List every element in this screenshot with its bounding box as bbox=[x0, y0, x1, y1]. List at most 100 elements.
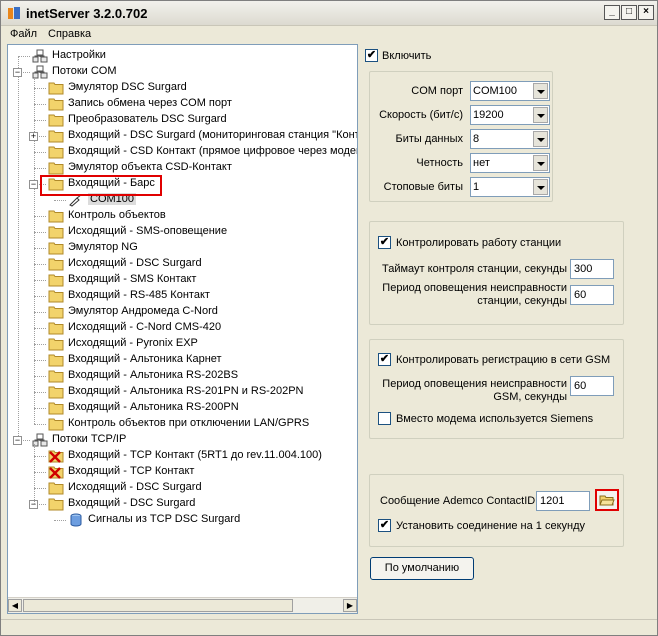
station-period-label-1: Период оповещения неисправности bbox=[382, 282, 567, 294]
dropdown-arrow-icon[interactable] bbox=[533, 131, 548, 147]
tree-item[interactable]: Входящий - TCP Контакт bbox=[8, 464, 357, 480]
tree-item-settings[interactable]: Настройки bbox=[8, 48, 357, 64]
tree-item[interactable]: Входящий - Альтоника RS-202BS bbox=[8, 368, 357, 384]
collapse-icon[interactable]: − bbox=[13, 68, 22, 77]
tree-item[interactable]: Контроль объектов bbox=[8, 208, 357, 224]
tree-item[interactable]: Входящий - Альтоника RS-201PN и RS-202PN bbox=[8, 384, 357, 400]
tree-guide-line bbox=[34, 472, 46, 473]
folder-icon bbox=[48, 322, 64, 335]
dropdown-arrow-icon[interactable] bbox=[533, 107, 548, 123]
enable-label: Включить bbox=[382, 50, 432, 62]
tree-guide-line bbox=[34, 444, 35, 504]
tree-item-label: Входящий - Альтоника RS-202BS bbox=[68, 369, 239, 381]
tree-item[interactable]: + Входящий - DSC Surgard (мониторинговая … bbox=[8, 128, 357, 144]
dropdown-arrow-icon[interactable] bbox=[533, 179, 548, 195]
tree-item[interactable]: Исходящий - DSC Surgard bbox=[8, 256, 357, 272]
gsm-control-label: Контролировать регистрацию в сети GSM bbox=[396, 354, 611, 366]
tree-item[interactable]: Входящий - Альтоника RS-200PN bbox=[8, 400, 357, 416]
tree-item-label: Исходящий - SMS-оповещение bbox=[68, 225, 228, 237]
station-period-input[interactable]: 60 bbox=[570, 285, 614, 305]
default-button[interactable]: По умолчанию bbox=[370, 557, 474, 580]
databits-select[interactable]: 8 bbox=[470, 129, 550, 149]
folder-icon bbox=[48, 338, 64, 351]
tree-guide-line bbox=[34, 264, 46, 265]
tree-item[interactable]: Входящий - CSD Контакт (прямое цифровое … bbox=[8, 144, 357, 160]
tree-item-label: Входящий - DSC Surgard bbox=[68, 497, 196, 509]
database-icon bbox=[70, 513, 82, 527]
station-control-checkbox[interactable]: ✔ bbox=[378, 236, 391, 249]
expand-icon[interactable]: + bbox=[29, 132, 38, 141]
open-folder-button[interactable] bbox=[595, 489, 619, 511]
settings-node-icon bbox=[32, 65, 48, 79]
tree-guide-line bbox=[34, 376, 46, 377]
tree-item[interactable]: Исходящий - SMS-оповещение bbox=[8, 224, 357, 240]
tree-item[interactable]: Эмулятор Андромеда C-Nord bbox=[8, 304, 357, 320]
tree-item-label: Контроль объектов bbox=[68, 209, 166, 221]
connect-checkbox[interactable]: ✔ bbox=[378, 519, 391, 532]
tree-item[interactable]: Сигналы из TCP DSC Surgard bbox=[8, 512, 357, 528]
tree-guide-line bbox=[34, 344, 46, 345]
tree-item[interactable]: Контроль объектов при отключении LAN/GPR… bbox=[8, 416, 357, 432]
tree-item[interactable]: Эмулятор NG bbox=[8, 240, 357, 256]
enable-checkbox[interactable]: ✔ bbox=[365, 49, 378, 62]
station-timeout-input[interactable]: 300 bbox=[570, 259, 614, 279]
maximize-button[interactable]: □ bbox=[621, 5, 637, 20]
speed-label: Скорость (бит/с) bbox=[379, 109, 463, 121]
gsm-period-input[interactable]: 60 bbox=[570, 376, 614, 396]
minimize-button[interactable]: _ bbox=[604, 5, 620, 20]
speed-select[interactable]: 19200 bbox=[470, 105, 550, 125]
ademco-input[interactable]: 1201 bbox=[536, 491, 590, 511]
scroll-right-icon[interactable]: ▶ bbox=[343, 599, 357, 612]
tree-item-label: Исходящий - DSC Surgard bbox=[68, 481, 202, 493]
dropdown-arrow-icon[interactable] bbox=[533, 83, 548, 99]
tree-item-label: Входящий - Альтоника Карнет bbox=[68, 353, 222, 365]
folder-icon bbox=[48, 162, 64, 175]
tree-item-tcp-streams[interactable]: − Потоки TCP/IP bbox=[8, 432, 357, 448]
folder-icon bbox=[48, 402, 64, 415]
tree-item[interactable]: Эмулятор DSC Surgard bbox=[8, 80, 357, 96]
tree-item[interactable]: Эмулятор объекта CSD-Контакт bbox=[8, 160, 357, 176]
tree-item[interactable]: Запись обмена через COM порт bbox=[8, 96, 357, 112]
tree-item[interactable]: Исходящий - C-Nord CMS-420 bbox=[8, 320, 357, 336]
collapse-icon[interactable]: − bbox=[13, 436, 22, 445]
stopbits-select[interactable]: 1 bbox=[470, 177, 550, 197]
tree-item[interactable]: − Входящий - DSC Surgard bbox=[8, 496, 357, 512]
tree-view[interactable]: ◀ ▶ Настройки − Потоки COM Эмулятор DSC Sur… bbox=[7, 44, 358, 614]
menu-bar: Файл Справка bbox=[1, 26, 657, 43]
tree-guide-line bbox=[34, 456, 46, 457]
scroll-thumb[interactable] bbox=[23, 599, 293, 612]
parity-select[interactable]: нет bbox=[470, 153, 550, 173]
collapse-icon[interactable]: − bbox=[29, 180, 38, 189]
tree-item[interactable]: Входящий - TCP Контакт (5RT1 до rev.11.0… bbox=[8, 448, 357, 464]
gsm-control-checkbox[interactable]: ✔ bbox=[378, 353, 391, 366]
folder-icon bbox=[48, 82, 64, 95]
tree-item[interactable]: Преобразователь DSC Surgard bbox=[8, 112, 357, 128]
tree-guide-line bbox=[34, 312, 46, 313]
tree-item[interactable]: Входящий - SMS Контакт bbox=[8, 272, 357, 288]
tree-item[interactable]: Входящий - RS-485 Контакт bbox=[8, 288, 357, 304]
station-period-value: 60 bbox=[574, 289, 587, 301]
com-port-value: COM100 bbox=[473, 85, 518, 97]
tree-guide-line bbox=[34, 104, 46, 105]
folder-icon bbox=[48, 258, 64, 271]
title-bar[interactable]: inetServer 3.2.0.702 _ □ × bbox=[1, 1, 657, 26]
com-port-select[interactable]: COM100 bbox=[470, 81, 550, 101]
menu-file[interactable]: Файл bbox=[10, 28, 37, 40]
tree-item[interactable]: Исходящий - DSC Surgard bbox=[8, 480, 357, 496]
tree-item[interactable]: Входящий - Альтоника Карнет bbox=[8, 352, 357, 368]
dropdown-arrow-icon[interactable] bbox=[533, 155, 548, 171]
tree-item[interactable]: Исходящий - Pyronix EXP bbox=[8, 336, 357, 352]
settings-node-icon bbox=[32, 49, 48, 63]
tree-guide-line bbox=[54, 520, 66, 521]
close-button[interactable]: × bbox=[638, 5, 654, 20]
tree-item-label: Настройки bbox=[52, 49, 106, 61]
menu-help[interactable]: Справка bbox=[48, 28, 91, 40]
horizontal-scrollbar[interactable]: ◀ ▶ bbox=[8, 597, 357, 613]
gsm-period-value: 60 bbox=[574, 380, 587, 392]
tree-guide-line bbox=[34, 248, 46, 249]
scroll-left-icon[interactable]: ◀ bbox=[8, 599, 22, 612]
tree-item-com-streams[interactable]: − Потоки COM bbox=[8, 64, 357, 80]
siemens-label: Вместо модема используется Siemens bbox=[396, 413, 594, 425]
siemens-checkbox[interactable] bbox=[378, 412, 391, 425]
tree-guide-line bbox=[34, 392, 46, 393]
